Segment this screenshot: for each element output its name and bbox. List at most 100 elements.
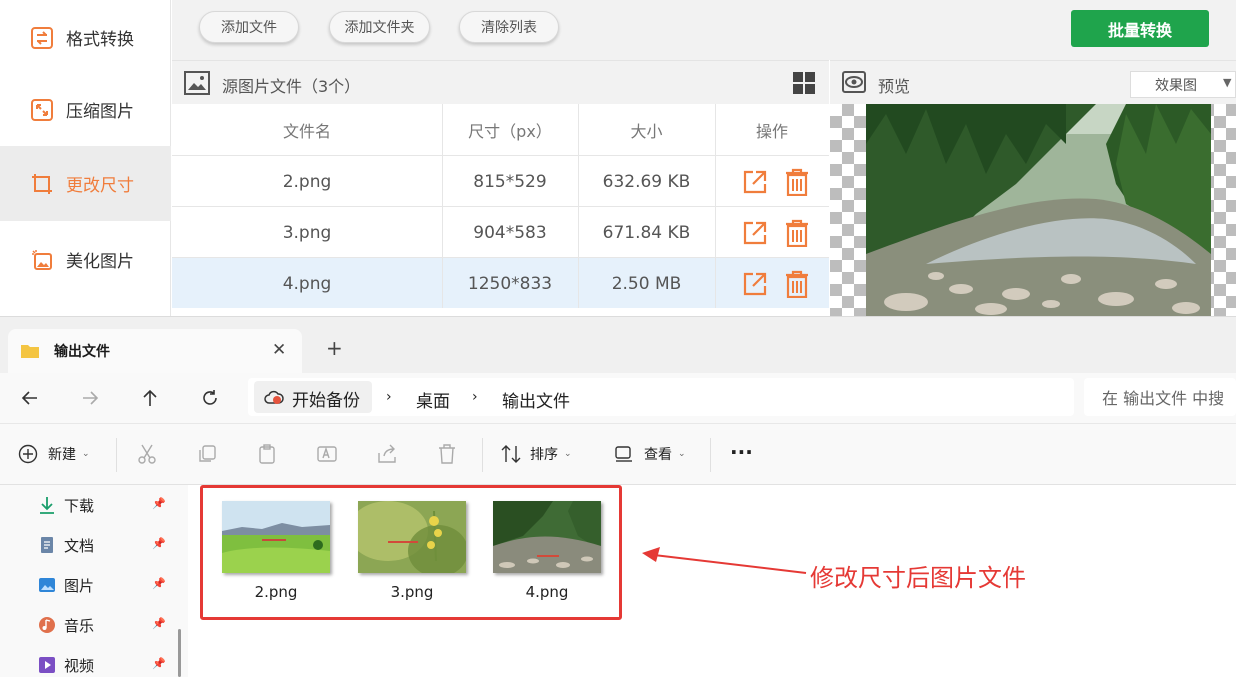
sidebar-item-compress[interactable]: 压缩图片	[0, 72, 171, 147]
batch-convert-button[interactable]: 批量转换	[1071, 10, 1209, 47]
clear-list-button[interactable]: 清除列表	[459, 11, 559, 43]
back-arrow-icon[interactable]	[18, 386, 42, 410]
breadcrumb-root[interactable]: 开始备份	[254, 381, 372, 413]
new-tab-icon[interactable]: +	[326, 336, 343, 360]
column-divider	[442, 104, 443, 308]
trash-icon[interactable]	[785, 219, 809, 247]
table-row[interactable]: 3.png 904*583 671.84 KB	[172, 206, 829, 257]
file-thumbnail[interactable]	[222, 501, 330, 573]
pin-icon[interactable]: 📌	[152, 577, 166, 590]
breadcrumb-item[interactable]: 桌面	[416, 387, 450, 412]
file-dimensions: 1250*833	[467, 273, 553, 294]
trash-icon[interactable]	[785, 168, 809, 196]
chevron-down-icon: ⌄	[564, 449, 572, 459]
pin-icon[interactable]: 📌	[152, 657, 166, 670]
pin-icon[interactable]: 📌	[152, 497, 166, 510]
nav-item-pictures[interactable]: 图片 📌	[38, 573, 170, 597]
file-name: 4.png	[282, 273, 332, 294]
sort-button-label: 排序	[530, 447, 558, 463]
column-header-dimensions: 尺寸（px）	[468, 121, 552, 141]
nav-item-label: 图片	[64, 576, 95, 595]
table-row[interactable]: 4.png 1250*833 2.50 MB	[172, 257, 829, 308]
command-bar: 新建 ⌄ 排序 ⌄ 查看 ⌄ ···	[0, 423, 1236, 485]
sort-button[interactable]: 排序 ⌄	[500, 444, 572, 464]
open-external-icon[interactable]	[742, 169, 768, 195]
arrow-annotation-icon	[642, 547, 807, 574]
scrollbar[interactable]	[178, 629, 181, 677]
table-row[interactable]: 2.png 815*529 632.69 KB	[172, 155, 829, 206]
share-icon[interactable]	[376, 443, 398, 465]
new-button[interactable]: 新建 ⌄	[18, 444, 90, 464]
file-thumbnail[interactable]	[493, 501, 601, 573]
sidebar-item-label: 压缩图片	[66, 102, 134, 122]
pin-icon[interactable]: 📌	[152, 617, 166, 630]
column-header-filename: 文件名	[282, 121, 331, 141]
sidebar-item-format-convert[interactable]: 格式转换	[0, 0, 171, 75]
rename-icon[interactable]	[316, 443, 338, 465]
image-converter-app: 格式转换 压缩图片 更改尺寸 美化图片 添加文件 添加文件夹 清除列表 批量转换…	[0, 0, 1236, 316]
format-convert-icon	[31, 26, 53, 49]
document-icon	[41, 537, 53, 553]
refresh-icon[interactable]	[198, 386, 222, 410]
file-dimensions: 904*583	[473, 222, 547, 243]
view-icon	[615, 446, 632, 462]
navigation-bar: 开始备份 › 桌面 › 输出文件 在 输出文件 中搜	[0, 373, 1236, 423]
paste-icon[interactable]	[256, 443, 278, 465]
sidebar-item-resize[interactable]: 更改尺寸	[0, 146, 171, 221]
pin-icon[interactable]: 📌	[152, 537, 166, 550]
download-icon	[40, 497, 54, 514]
more-options-button[interactable]: ···	[730, 440, 753, 464]
search-input[interactable]: 在 输出文件 中搜	[1084, 378, 1236, 416]
file-name[interactable]: 2.png	[216, 583, 336, 601]
nav-item-label: 文档	[64, 536, 95, 555]
breadcrumb-item[interactable]: 输出文件	[502, 387, 570, 412]
sort-icon	[501, 445, 521, 463]
eye-icon	[842, 71, 866, 93]
file-name[interactable]: 3.png	[352, 583, 472, 601]
chevron-down-icon: ⌄	[82, 449, 90, 459]
grid-view-icon[interactable]	[792, 71, 816, 95]
file-name[interactable]: 4.png	[487, 583, 607, 601]
nav-item-label: 视频	[64, 656, 95, 675]
tab-title: 输出文件	[54, 344, 110, 360]
file-size: 2.50 MB	[611, 273, 682, 294]
cloud-backup-icon	[264, 390, 284, 404]
divider	[482, 438, 483, 472]
cut-icon[interactable]	[136, 443, 158, 465]
open-external-icon[interactable]	[742, 220, 768, 246]
nav-item-documents[interactable]: 文档 📌	[38, 533, 170, 557]
divider	[710, 438, 711, 472]
view-button[interactable]: 查看 ⌄	[614, 444, 686, 464]
file-content-area: 2.png 3.png 4.png 修改尺寸后图片文件	[188, 485, 1236, 677]
resize-icon	[32, 173, 52, 194]
address-bar[interactable]: 开始备份 › 桌面 › 输出文件	[248, 378, 1074, 416]
video-icon	[39, 657, 55, 673]
breadcrumb-separator-icon: ›	[386, 389, 392, 405]
close-icon[interactable]: ✕	[272, 340, 286, 360]
copy-icon[interactable]	[196, 443, 218, 465]
nav-item-downloads[interactable]: 下载 📌	[38, 493, 170, 517]
add-folder-button[interactable]: 添加文件夹	[329, 11, 430, 43]
column-header-size: 大小	[630, 121, 663, 141]
breadcrumb-item: 开始备份	[292, 391, 360, 411]
view-mode-select[interactable]: 效果图 ▼	[1130, 71, 1236, 98]
add-file-button[interactable]: 添加文件	[199, 11, 299, 43]
delete-icon[interactable]	[436, 443, 458, 465]
forward-arrow-icon[interactable]	[78, 386, 102, 410]
sidebar-item-beautify[interactable]: 美化图片	[0, 222, 171, 297]
file-name: 3.png	[282, 222, 332, 243]
column-divider	[578, 104, 579, 308]
music-icon	[39, 617, 55, 633]
breadcrumb-separator-icon: ›	[472, 389, 478, 405]
trash-icon[interactable]	[785, 270, 809, 298]
file-thumbnail[interactable]	[358, 501, 466, 573]
navigation-pane: 下载 📌 文档 📌 图片 📌 音乐 📌 视频 📌	[0, 485, 188, 677]
nav-item-videos[interactable]: 视频 📌	[38, 653, 170, 677]
tab-output-folder[interactable]: 输出文件 ✕	[8, 329, 302, 373]
open-external-icon[interactable]	[742, 271, 768, 297]
file-explorer-window: 输出文件 ✕ + 开始备份 › 桌面 › 输出文件 在 输出文件 中搜 新建 ⌄…	[0, 316, 1236, 677]
up-arrow-icon[interactable]	[138, 386, 162, 410]
preview-header: 预览 效果图 ▼	[830, 60, 1236, 104]
nav-item-music[interactable]: 音乐 📌	[38, 613, 170, 637]
beautify-icon	[32, 249, 52, 270]
